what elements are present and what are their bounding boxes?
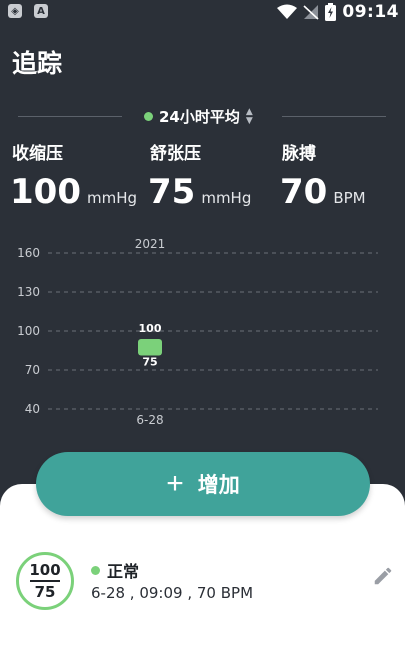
battery-icon bbox=[325, 3, 337, 21]
record-systolic: 100 bbox=[29, 561, 61, 580]
systolic-value-group: 100 mmHg bbox=[10, 172, 137, 212]
status-bar: ◈ A 09:14 bbox=[0, 0, 405, 24]
y-tick-label: 40 bbox=[25, 402, 40, 416]
average-period-selector[interactable]: 24小时平均 ▲ ▼ bbox=[144, 106, 253, 127]
record-pressure-badge[interactable]: 100 75 bbox=[16, 552, 74, 610]
y-tick-label: 100 bbox=[17, 324, 40, 338]
no-signal-icon bbox=[303, 5, 319, 20]
divider-right bbox=[282, 116, 386, 117]
sort-updown-icon: ▲ ▼ bbox=[245, 106, 253, 126]
systolic-unit: mmHg bbox=[86, 189, 138, 207]
add-button-label: 增加 bbox=[197, 474, 240, 497]
add-button[interactable]: + 增加 bbox=[36, 452, 370, 516]
blood-pressure-chart: 2021 160 130 100 70 40 100 75 6-28 bbox=[0, 230, 405, 440]
pulse-value: 70 bbox=[280, 172, 328, 212]
systolic-label: 收缩压 bbox=[12, 144, 63, 164]
record-status[interactable]: 正常 bbox=[91, 558, 139, 582]
chart-svg: 2021 160 130 100 70 40 100 75 6-28 bbox=[17, 237, 378, 427]
y-tick-label: 160 bbox=[17, 246, 40, 260]
status-dot-icon bbox=[144, 112, 153, 121]
shield-notification-icon: ◈ bbox=[8, 4, 22, 18]
x-tick-label: 6-28 bbox=[136, 413, 163, 427]
diastolic-value: 75 bbox=[148, 172, 196, 212]
pulse-value-group: 70 BPM bbox=[280, 172, 366, 212]
pulse-unit: BPM bbox=[333, 189, 366, 207]
record-diastolic: 75 bbox=[34, 582, 56, 601]
bar-low-label: 75 bbox=[142, 356, 157, 369]
page-title: 追踪 bbox=[12, 49, 63, 78]
wifi-icon bbox=[277, 4, 298, 19]
edit-pencil-icon[interactable] bbox=[372, 565, 394, 587]
record-detail[interactable]: 6-28 , 09:09 , 70 BPM bbox=[91, 584, 253, 602]
normal-dot-icon bbox=[91, 565, 100, 575]
y-tick-label: 130 bbox=[17, 285, 40, 299]
record-status-label: 正常 bbox=[107, 562, 140, 581]
diastolic-value-group: 75 mmHg bbox=[148, 172, 251, 212]
pulse-label: 脉搏 bbox=[282, 144, 316, 164]
systolic-value: 100 bbox=[10, 172, 81, 212]
range-bar bbox=[138, 339, 162, 356]
clock: 09:14 bbox=[342, 2, 399, 22]
average-period-label: 24小时平均 bbox=[159, 108, 240, 126]
chart-year-label: 2021 bbox=[135, 237, 166, 251]
divider-left bbox=[18, 116, 122, 117]
record-separator bbox=[30, 580, 60, 582]
app-notification-icon: A bbox=[34, 4, 48, 18]
bar-high-label: 100 bbox=[139, 322, 162, 335]
diastolic-label: 舒张压 bbox=[150, 144, 201, 164]
y-tick-label: 70 bbox=[25, 363, 40, 377]
plus-icon: + bbox=[166, 467, 184, 500]
diastolic-unit: mmHg bbox=[201, 189, 252, 207]
